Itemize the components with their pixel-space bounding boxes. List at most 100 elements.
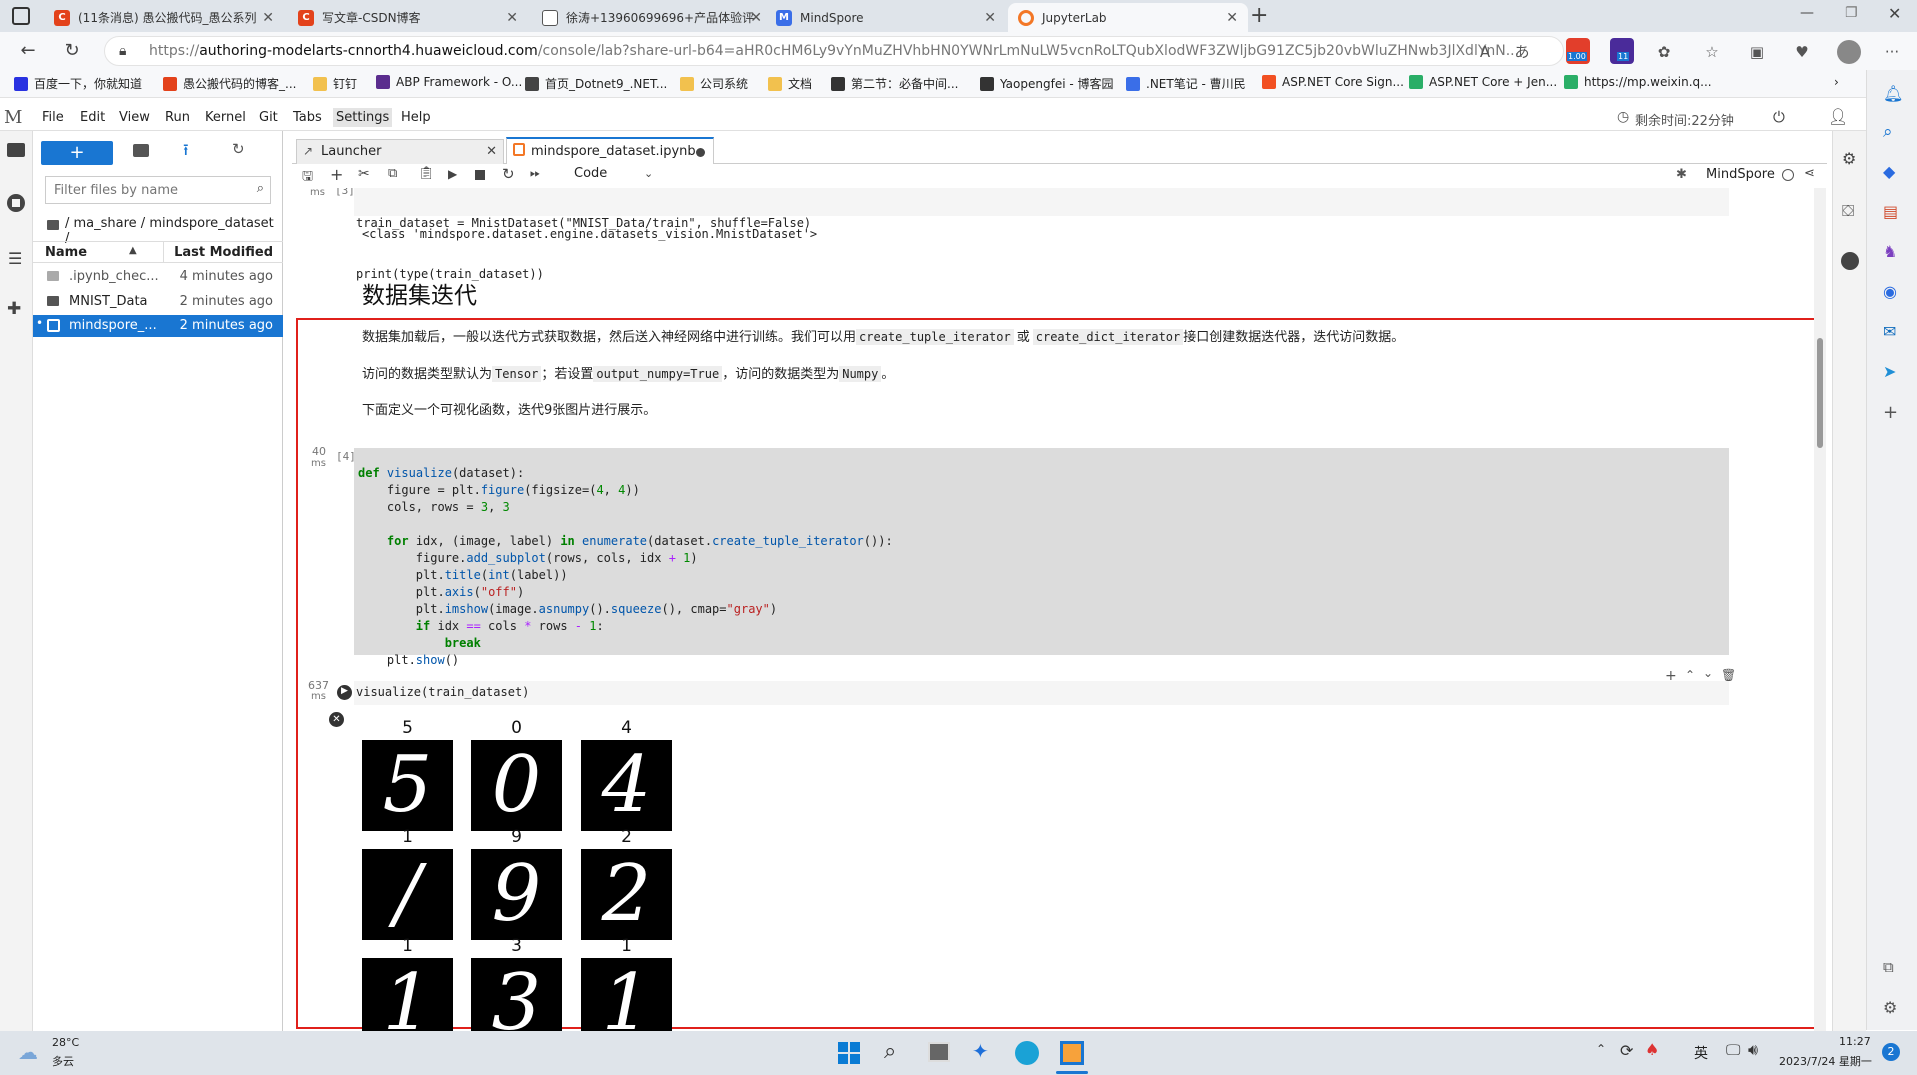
bug-icon[interactable]: ✱ (1676, 167, 1687, 182)
task-view-icon[interactable] (928, 1042, 950, 1062)
lock-icon[interactable]: 🔒︎ (119, 37, 126, 65)
file-row-selected[interactable]: • mindspore_... 2 minutes ago (33, 315, 283, 337)
menu-tabs[interactable]: Tabs (293, 110, 322, 125)
sync-icon[interactable]: ⟳ (1620, 1041, 1633, 1060)
volume-icon[interactable]: 🔊︎ (1748, 1040, 1758, 1060)
tray-app-icon[interactable]: ♠ (1645, 1040, 1659, 1059)
code-cell-3[interactable]: train_dataset = MnistDataset("MNIST_Data… (354, 188, 1729, 281)
app-icon[interactable]: ✦ (972, 1039, 989, 1063)
clock-time[interactable]: 11:27 (1839, 1035, 1871, 1048)
move-down-icon[interactable]: ⌄ (1703, 666, 1713, 680)
weather-icon[interactable]: ☁ (18, 1040, 38, 1064)
modified-column-header[interactable]: Last Modified (174, 245, 273, 260)
menu-view[interactable]: View (119, 110, 150, 125)
notebook-scrollbar[interactable] (1814, 188, 1826, 1031)
browser-tab-4[interactable]: M MindSpore ✕ (766, 3, 1006, 32)
extension-icon[interactable]: 11 (1610, 38, 1634, 64)
favorite-item[interactable]: ABP Framework - O... (376, 75, 522, 89)
browser-tab-3[interactable]: 徐涛+13960699696+产品体验评 ✕ (532, 3, 772, 32)
debugger-icon[interactable]: ⛋ (1842, 201, 1854, 221)
refresh-files-icon[interactable]: ↻ (232, 140, 245, 158)
menu-git[interactable]: Git (259, 110, 278, 125)
favorite-item[interactable]: 第二节：必备中间... (831, 75, 958, 92)
upload-icon[interactable]: ⭱ (183, 139, 189, 166)
running-icon[interactable] (7, 194, 25, 212)
network-icon[interactable]: 🖵︎ (1726, 1041, 1740, 1059)
property-inspector-icon[interactable]: ⚙ (1842, 149, 1856, 168)
save-icon[interactable]: 🖫 (302, 167, 313, 189)
menu-settings[interactable]: Settings (333, 108, 393, 127)
search-icon[interactable]: ⌕ (884, 1039, 896, 1064)
back-icon[interactable]: ← (16, 40, 40, 64)
chevron-up-icon[interactable]: ⌃ (1596, 1042, 1606, 1056)
add-icon[interactable]: + (1883, 402, 1898, 423)
favorite-item[interactable]: .NET笔记 - 曹川民 (1126, 75, 1246, 92)
restore-button[interactable]: ❐ (1845, 5, 1858, 21)
favorite-item[interactable]: 百度一下，你就知道 (14, 75, 142, 92)
close-icon[interactable]: ✕ (1226, 10, 1238, 26)
favorite-item[interactable]: 愚公搬代码的博客_... (163, 75, 296, 92)
shopping-icon[interactable]: ◆ (1883, 162, 1895, 181)
send-icon[interactable]: ➤ (1883, 362, 1896, 381)
filter-field[interactable]: ⌕ (45, 176, 271, 204)
favorite-item[interactable]: 首页_Dotnet9_.NET... (525, 75, 667, 92)
microsoft-365-icon[interactable]: ◉ (1883, 282, 1897, 301)
user-icon[interactable]: 👤︎ (1828, 107, 1848, 126)
translate-icon[interactable]: あ (1510, 40, 1534, 64)
favorite-item[interactable]: 文档 (768, 75, 812, 92)
weather-desc[interactable]: 多云 (52, 1053, 74, 1069)
move-up-icon[interactable]: ⌃ (1685, 668, 1695, 682)
tab-launcher[interactable]: ↗ Launcher ✕ (296, 139, 504, 164)
browser-tab-2[interactable]: C 写文章-CSDN博客 ✕ (288, 3, 528, 32)
notification-badge[interactable]: 2 (1882, 1043, 1900, 1061)
tab-actions-icon[interactable] (12, 7, 30, 25)
stop-icon[interactable] (475, 170, 485, 180)
kernel-name[interactable]: MindSpore (1706, 167, 1775, 182)
cell-type-select[interactable]: Code ⌄ (574, 165, 660, 185)
profile-avatar[interactable] (1837, 40, 1861, 64)
code-cell-5[interactable]: visualize(train_dataset) (354, 681, 1729, 705)
browser-tab-1[interactable]: C (11条消息) 愚公搬代码_愚公系列 ✕ (44, 3, 284, 32)
close-icon[interactable]: ✕ (262, 10, 274, 26)
paste-icon[interactable]: 📋︎ (418, 166, 435, 181)
refresh-icon[interactable]: ↻ (60, 40, 84, 64)
restart-icon[interactable]: ↻ (502, 165, 515, 183)
favorite-item[interactable]: https://mp.weixin.q... (1564, 75, 1712, 89)
notification-bell-icon[interactable]: 🔔︎ (1883, 84, 1903, 103)
favorite-item[interactable]: ASP.NET Core Sign... (1262, 75, 1404, 89)
favorite-item[interactable]: 公司系统 (680, 75, 748, 92)
ime-indicator[interactable]: 英 (1694, 1043, 1708, 1063)
collections-icon[interactable]: ▣ (1745, 40, 1769, 64)
favorites-icon[interactable]: ☆ (1700, 40, 1724, 64)
power-icon[interactable]: ⏻ (1773, 108, 1785, 126)
menu-run[interactable]: Run (165, 110, 190, 125)
favorite-item[interactable]: Yaopengfei - 博客园 (980, 75, 1114, 92)
delete-cell-icon[interactable]: 🗑︎ (1721, 668, 1736, 682)
start-icon[interactable] (838, 1042, 860, 1064)
new-launcher-button[interactable]: + (41, 141, 113, 165)
favorite-item[interactable]: ASP.NET Core + Jen... (1409, 75, 1557, 89)
close-icon[interactable]: ✕ (750, 10, 762, 26)
tab-notebook[interactable]: mindspore_dataset.ipynb (506, 137, 714, 165)
edge-icon[interactable] (1015, 1041, 1039, 1065)
cut-icon[interactable]: ✂ (358, 166, 370, 182)
new-folder-icon[interactable] (133, 144, 149, 157)
clock-date[interactable]: 2023/7/24 星期一 (1779, 1053, 1872, 1069)
url-field[interactable]: 🔒︎ https://authoring-modelarts-cnnorth4.… (104, 36, 1564, 66)
favorite-item[interactable]: 钉钉 (313, 75, 357, 92)
extension-icon[interactable] (1841, 252, 1859, 270)
filter-input[interactable] (46, 177, 236, 203)
more-icon[interactable]: ··· (1880, 40, 1904, 64)
insert-cell-icon[interactable]: + (330, 165, 343, 184)
browser-essentials-icon[interactable]: ♥ (1790, 40, 1814, 64)
split-screen-icon[interactable]: ⧉ (1883, 958, 1894, 976)
outlook-icon[interactable]: ✉ (1883, 322, 1896, 341)
run-cell-button[interactable]: ▶ (337, 685, 352, 700)
window-close-button[interactable]: ✕ (1888, 4, 1901, 23)
code-cell-4[interactable]: def visualize(dataset): figure = plt.fig… (354, 448, 1729, 667)
menu-edit[interactable]: Edit (80, 110, 105, 125)
new-tab-button[interactable]: + (1250, 3, 1268, 28)
extension-speed-icon[interactable]: 1.00 (1566, 38, 1590, 64)
copy-icon[interactable]: ⧉ (388, 166, 397, 181)
read-aloud-icon[interactable]: A (1473, 40, 1497, 64)
